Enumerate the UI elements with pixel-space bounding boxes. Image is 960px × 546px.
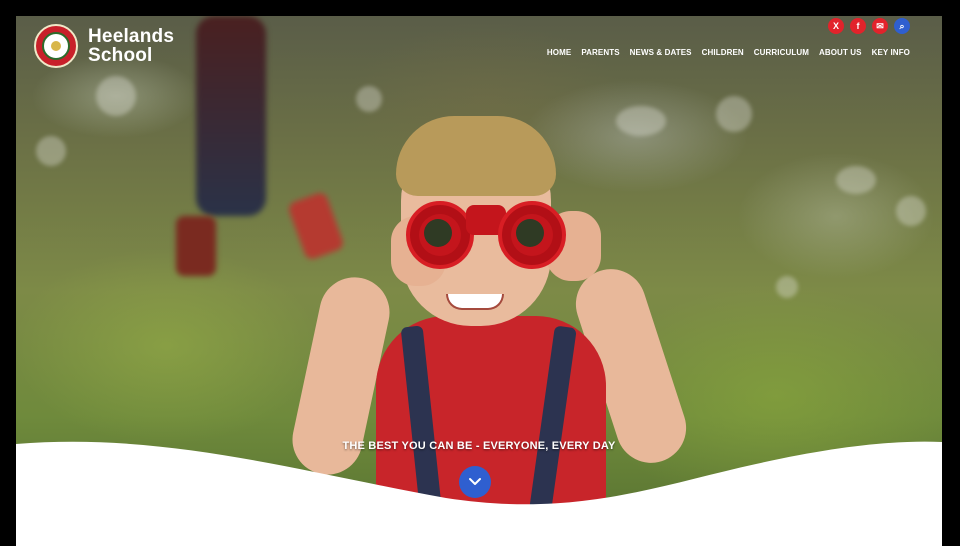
nav-news-dates[interactable]: NEWS & DATES bbox=[630, 48, 692, 57]
logo-line-2: School bbox=[88, 45, 153, 66]
logo-line-1: Heelands bbox=[88, 26, 175, 47]
search-icon[interactable]: ⌕ bbox=[894, 18, 910, 34]
background-child bbox=[176, 16, 346, 286]
x-icon[interactable]: X bbox=[828, 18, 844, 34]
nav-about-us[interactable]: ABOUT US bbox=[819, 48, 862, 57]
nav-key-info[interactable]: KEY INFO bbox=[872, 48, 910, 57]
facebook-icon[interactable]: f bbox=[850, 18, 866, 34]
rose-crest-icon bbox=[34, 24, 78, 68]
nav-curriculum[interactable]: CURRICULUM bbox=[754, 48, 809, 57]
email-icon[interactable]: ✉ bbox=[872, 18, 888, 34]
nav-home[interactable]: HOME bbox=[547, 48, 571, 57]
main-nav: HOME PARENTS NEWS & DATES CHILDREN CURRI… bbox=[547, 48, 910, 57]
logo-wordmark: Heelands School bbox=[88, 27, 174, 65]
nav-parents[interactable]: PARENTS bbox=[581, 48, 619, 57]
binoculars bbox=[406, 201, 566, 271]
social-links: X f ✉ ⌕ bbox=[828, 18, 910, 34]
chevron-down-icon bbox=[469, 478, 481, 485]
nav-children[interactable]: CHILDREN bbox=[702, 48, 744, 57]
page-frame: Heelands School X f ✉ ⌕ HOME PARENTS NEW… bbox=[16, 16, 942, 546]
scroll-down-button[interactable] bbox=[459, 466, 491, 498]
school-logo[interactable]: Heelands School bbox=[34, 24, 174, 68]
hero-tagline: THE BEST YOU CAN BE - EVERYONE, EVERY DA… bbox=[342, 440, 616, 452]
